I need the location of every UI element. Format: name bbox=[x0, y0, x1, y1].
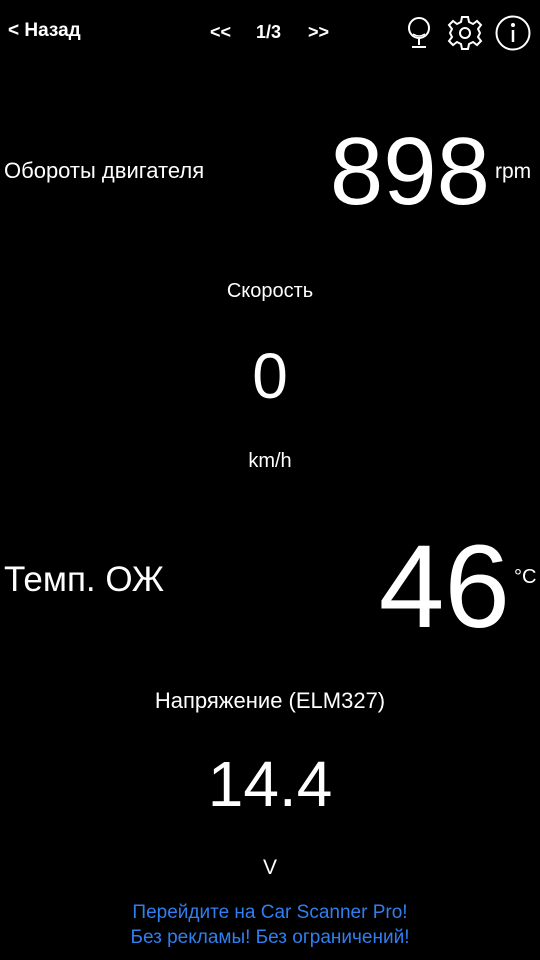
rpm-label: Обороты двигателя bbox=[4, 158, 205, 183]
voltage-label: Напряжение (ELM327) bbox=[154, 688, 386, 713]
prev-page-button[interactable]: << bbox=[210, 22, 231, 43]
next-page-button[interactable]: >> bbox=[308, 22, 329, 43]
promo-line-2: Без рекламы! Без ограничений! bbox=[130, 927, 410, 948]
voltage-value: 14.4 bbox=[207, 748, 333, 820]
page-navigator: << 1/3 >> bbox=[200, 22, 340, 46]
top-bar: < Назад << 1/3 >> bbox=[0, 0, 540, 68]
promo-line-1: Перейдите на Car Scanner Pro! bbox=[132, 902, 408, 923]
coolant-temp-unit: °C bbox=[514, 566, 537, 588]
dashboard-screen: < Назад << 1/3 >> Обороты двигателя 898 … bbox=[0, 0, 540, 960]
rpm-value: 898 bbox=[329, 118, 490, 225]
promo-link[interactable]: Перейдите на Car Scanner Pro! Без реклам… bbox=[0, 900, 540, 950]
back-button[interactable]: < Назад bbox=[8, 20, 81, 42]
gear-icon[interactable] bbox=[446, 14, 484, 52]
page-indicator: 1/3 bbox=[256, 22, 282, 42]
coolant-temp-value: 46 bbox=[378, 521, 510, 653]
speed-value: 0 bbox=[252, 340, 288, 412]
coolant-temp-label: Темп. ОЖ bbox=[4, 560, 165, 599]
microphone-icon[interactable] bbox=[400, 14, 438, 52]
voltage-unit: V bbox=[262, 856, 277, 879]
speed-unit: km/h bbox=[248, 450, 292, 472]
rpm-unit: rpm bbox=[495, 160, 532, 183]
speed-label: Скорость bbox=[226, 280, 314, 302]
info-icon[interactable] bbox=[494, 14, 532, 52]
